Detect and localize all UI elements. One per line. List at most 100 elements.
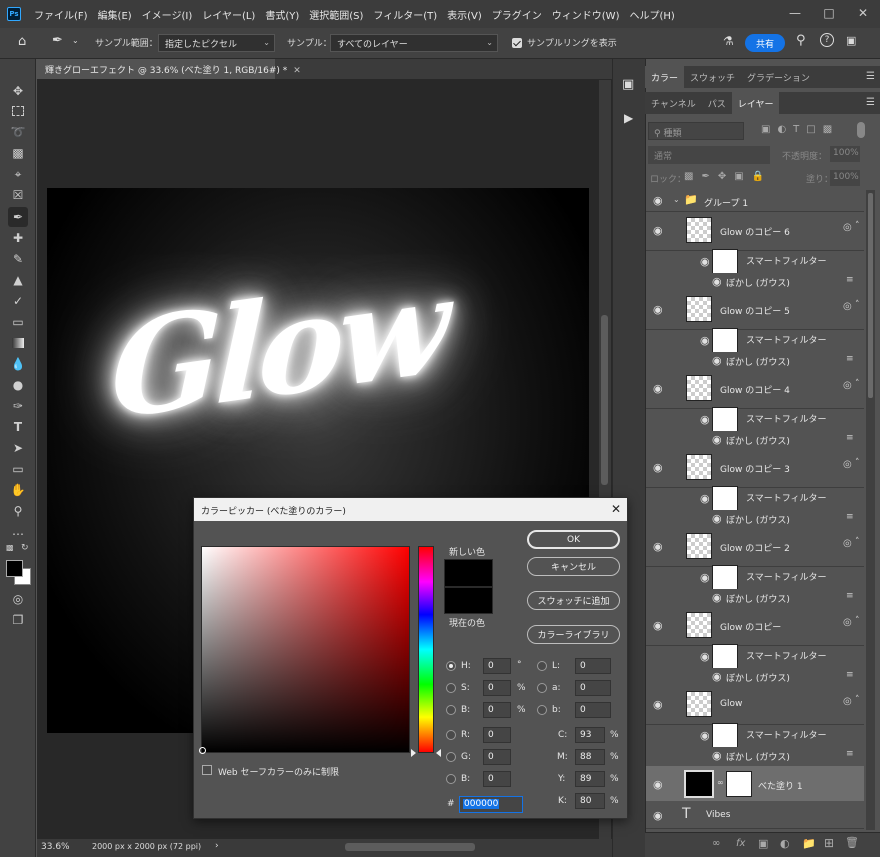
chevron-up-icon[interactable]: ˄ <box>855 379 860 389</box>
eyedropper-tool-icon[interactable]: ✒ <box>52 33 63 48</box>
minimize-icon[interactable]: — <box>778 0 812 26</box>
red-radio[interactable] <box>446 730 456 740</box>
play-icon[interactable]: ▶ <box>624 111 633 125</box>
menu-window[interactable]: ウィンドウ(W) <box>547 7 625 22</box>
chevron-right-icon[interactable]: › <box>215 841 219 851</box>
brightness-field[interactable]: 0 <box>483 702 511 718</box>
eye-icon[interactable]: ◉ <box>700 413 710 426</box>
eyedropper-tool-icon[interactable]: ✒ <box>8 207 28 227</box>
zoom-tool-icon[interactable]: ⚲ <box>8 501 28 521</box>
eye-icon[interactable]: ◉ <box>712 670 722 683</box>
chevron-up-icon[interactable]: ˄ <box>855 300 860 310</box>
chevron-up-icon[interactable]: ˄ <box>855 616 860 626</box>
image-panel-icon[interactable]: ▣ <box>622 77 634 92</box>
layer-row[interactable]: ◉ Glow のコピー 2 ◎ ˄ <box>646 528 864 567</box>
lasso-tool-icon[interactable]: ➰ <box>8 122 28 142</box>
eye-icon[interactable]: ◉ <box>700 729 710 742</box>
menu-edit[interactable]: 編集(E) <box>93 7 137 22</box>
panel-menu-icon[interactable]: ☰ <box>866 71 875 82</box>
eye-icon[interactable]: ◉ <box>712 591 722 604</box>
blend-mode-select[interactable]: 通常 <box>648 146 770 164</box>
gradient-tool-icon[interactable] <box>8 333 28 353</box>
maximize-icon[interactable]: □ <box>812 0 846 26</box>
eye-icon[interactable]: ◉ <box>700 255 710 268</box>
brush-tool-icon[interactable]: ✎ <box>8 249 28 269</box>
frame-tool-icon[interactable]: ☒ <box>8 185 28 205</box>
eye-icon[interactable]: ◉ <box>712 433 722 446</box>
link-icon[interactable]: ∞ <box>717 778 724 787</box>
menu-filter[interactable]: フィルター(T) <box>368 7 442 22</box>
menu-type[interactable]: 書式(Y) <box>260 7 304 22</box>
ok-button[interactable]: OK <box>527 530 620 549</box>
tab-swatches[interactable]: スウォッチ <box>684 66 741 88</box>
eye-icon[interactable]: ◉ <box>712 275 722 288</box>
type-tool-icon[interactable]: T <box>8 417 28 437</box>
eye-icon[interactable]: ◉ <box>653 303 663 316</box>
path-select-icon[interactable]: ➤ <box>8 438 28 458</box>
hue-field[interactable]: 0 <box>483 658 511 674</box>
tool-preset-chevron-icon[interactable]: ⌄ <box>72 36 79 45</box>
blue-radio[interactable] <box>446 774 456 784</box>
filter-effect-row[interactable]: ◉ ぼかし (ガウス) ≡ <box>646 431 864 448</box>
crop-tool-icon[interactable]: ⌖ <box>8 164 28 184</box>
smart-filter-row[interactable]: ◉ スマートフィルター <box>646 249 864 275</box>
eye-icon[interactable]: ◉ <box>653 619 663 632</box>
link-layers-icon[interactable]: ∞ <box>712 838 720 849</box>
hue-slider-handle-right[interactable] <box>436 749 441 757</box>
menu-file[interactable]: ファイル(F) <box>29 7 93 22</box>
filter-toggle[interactable] <box>857 122 865 138</box>
eye-icon[interactable]: ◉ <box>700 492 710 505</box>
share-button[interactable]: 共有 <box>745 34 785 52</box>
cyan-field[interactable]: 93 <box>575 727 605 743</box>
filter-effect-row[interactable]: ◉ ぼかし (ガウス) ≡ <box>646 510 864 527</box>
eye-icon[interactable]: ◉ <box>700 334 710 347</box>
menu-select[interactable]: 選択範囲(S) <box>304 7 368 22</box>
layer-row[interactable]: ◉ Glow ◎ ˄ <box>646 686 864 725</box>
layer-row[interactable]: ◉ Glow のコピー 4 ◎ ˄ <box>646 370 864 409</box>
healing-brush-icon[interactable]: ✚ <box>8 228 28 248</box>
new-layer-icon[interactable]: ⊞ <box>824 836 834 850</box>
hue-radio[interactable] <box>446 661 456 671</box>
workspace-icon[interactable]: ▣ <box>846 34 856 47</box>
more-tools-icon[interactable]: ⋯ <box>8 524 28 544</box>
lightness-field[interactable]: 0 <box>575 658 611 674</box>
search-icon[interactable]: ⚲ <box>796 33 806 48</box>
filter-options-icon[interactable]: ≡ <box>846 512 854 522</box>
tab-layers[interactable]: レイヤー <box>731 92 780 114</box>
b-field[interactable]: 0 <box>575 702 611 718</box>
filter-options-icon[interactable]: ≡ <box>846 433 854 443</box>
text-layer-row[interactable]: ◉ T Vibes <box>646 801 864 829</box>
smart-filter-row[interactable]: ◉ スマートフィルター <box>646 407 864 433</box>
hue-slider[interactable] <box>418 546 434 753</box>
hand-tool-icon[interactable]: ✋ <box>8 480 28 500</box>
trash-icon[interactable]: 🗑 <box>845 836 859 849</box>
eye-icon[interactable]: ◉ <box>712 512 722 525</box>
green-field[interactable]: 0 <box>483 749 511 765</box>
move-tool-icon[interactable]: ✥ <box>8 81 28 101</box>
filter-options-icon[interactable]: ≡ <box>846 354 854 364</box>
a-radio[interactable] <box>537 683 547 693</box>
help-icon[interactable]: ? <box>820 33 834 47</box>
new-group-icon[interactable]: 📁 <box>802 837 816 850</box>
smart-filter-row[interactable]: ◉ スマートフィルター <box>646 644 864 670</box>
tab-paths[interactable]: パス <box>702 92 732 114</box>
filter-effect-row[interactable]: ◉ ぼかし (ガウス) ≡ <box>646 747 864 764</box>
filter-options-icon[interactable]: ≡ <box>846 749 854 759</box>
eraser-tool-icon[interactable]: ▭ <box>8 312 28 332</box>
chevron-down-icon[interactable]: ⌄ <box>673 195 680 204</box>
marquee-tool-icon[interactable] <box>8 101 28 121</box>
menu-view[interactable]: 表示(V) <box>442 7 487 22</box>
eye-icon[interactable]: ◉ <box>653 461 663 474</box>
chevron-up-icon[interactable]: ˄ <box>855 537 860 547</box>
horizontal-scroll-thumb[interactable] <box>345 843 475 851</box>
green-radio[interactable] <box>446 752 456 762</box>
menu-layer[interactable]: レイヤー(L) <box>197 7 260 22</box>
smart-filter-row[interactable]: ◉ スマートフィルター <box>646 723 864 749</box>
current-color-swatch[interactable] <box>444 587 493 614</box>
add-to-swatches-button[interactable]: スウォッチに追加 <box>527 591 620 610</box>
eye-icon[interactable]: ◉ <box>653 194 663 207</box>
history-brush-icon[interactable]: ✓ <box>8 291 28 311</box>
foreground-color-swatch[interactable] <box>6 560 23 577</box>
menu-help[interactable]: ヘルプ(H) <box>624 7 679 22</box>
eye-icon[interactable]: ◉ <box>653 698 663 711</box>
